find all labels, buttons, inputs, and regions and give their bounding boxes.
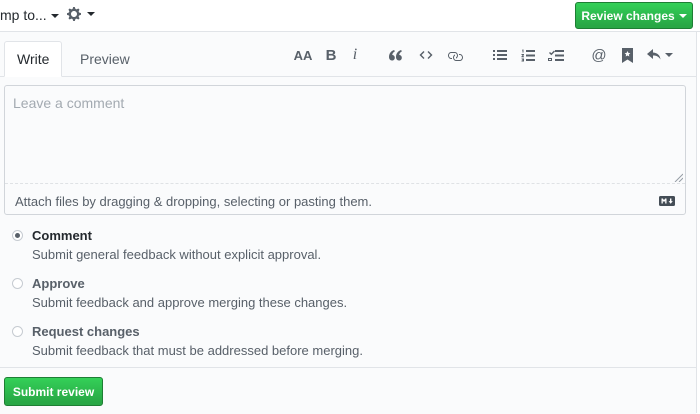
- comment-radio[interactable]: [12, 230, 23, 241]
- bold-icon[interactable]: B: [321, 44, 341, 66]
- tab-write-label: Write: [17, 51, 50, 67]
- resize-handle-icon[interactable]: [673, 172, 683, 182]
- approve-radio[interactable]: [12, 278, 23, 289]
- submit-review-button[interactable]: Submit review: [4, 377, 103, 406]
- option-description: Submit feedback that must be addressed b…: [32, 343, 363, 358]
- tab-write[interactable]: Write: [4, 41, 63, 77]
- chevron-down-icon: [87, 12, 95, 16]
- option-title: Request changes: [32, 324, 140, 339]
- option-description: Submit general feedback without explicit…: [32, 247, 322, 262]
- chevron-down-icon: [678, 13, 687, 18]
- request-changes-radio[interactable]: [12, 326, 23, 337]
- ordered-list-icon[interactable]: [518, 44, 538, 66]
- code-icon[interactable]: [416, 44, 436, 66]
- tab-preview-label: Preview: [80, 50, 130, 67]
- markdown-icon[interactable]: [659, 196, 675, 206]
- gear-icon: [67, 7, 81, 21]
- comment-placeholder: Leave a comment: [13, 95, 125, 111]
- link-icon[interactable]: [445, 44, 465, 66]
- italic-glyph: i: [352, 46, 358, 63]
- comment-textarea[interactable]: Leave a comment: [5, 86, 685, 184]
- italic-icon[interactable]: i: [345, 44, 365, 66]
- header-text-icon[interactable]: AA: [292, 44, 314, 66]
- unordered-list-icon[interactable]: [490, 44, 510, 66]
- quote-icon[interactable]: [386, 44, 406, 66]
- bold-glyph: B: [325, 46, 337, 64]
- jump-to-label: mp to...: [0, 7, 47, 23]
- comment-editor: Leave a comment Attach files by dragging…: [4, 85, 686, 215]
- reply-icon[interactable]: [646, 44, 674, 66]
- review-panel: Write Preview AA B i @ Leave a comment A…: [0, 32, 697, 414]
- bookmark-icon[interactable]: [617, 44, 637, 66]
- chevron-down-icon: [665, 53, 673, 57]
- review-footer: Submit review: [0, 367, 696, 414]
- attach-files-hint[interactable]: Attach files by dragging & dropping, sel…: [15, 194, 372, 209]
- header-text-glyph: AA: [293, 47, 313, 63]
- chevron-down-icon: [50, 14, 59, 19]
- mention-icon[interactable]: @: [589, 44, 609, 66]
- task-list-icon[interactable]: [546, 44, 566, 66]
- option-title: Approve: [32, 276, 85, 291]
- mention-glyph: @: [591, 46, 607, 64]
- option-title: Comment: [32, 228, 92, 243]
- option-description: Submit feedback and approve merging thes…: [32, 295, 348, 310]
- editor-tabs: Write Preview AA B i @: [0, 32, 696, 77]
- review-changes-button[interactable]: Review changes: [575, 2, 693, 29]
- top-bar: mp to... Review changes: [0, 0, 700, 32]
- settings-menu[interactable]: [67, 6, 95, 22]
- review-changes-label: Review changes: [581, 8, 675, 23]
- jump-to-menu[interactable]: mp to...: [0, 7, 59, 23]
- tab-preview[interactable]: Preview: [68, 41, 142, 76]
